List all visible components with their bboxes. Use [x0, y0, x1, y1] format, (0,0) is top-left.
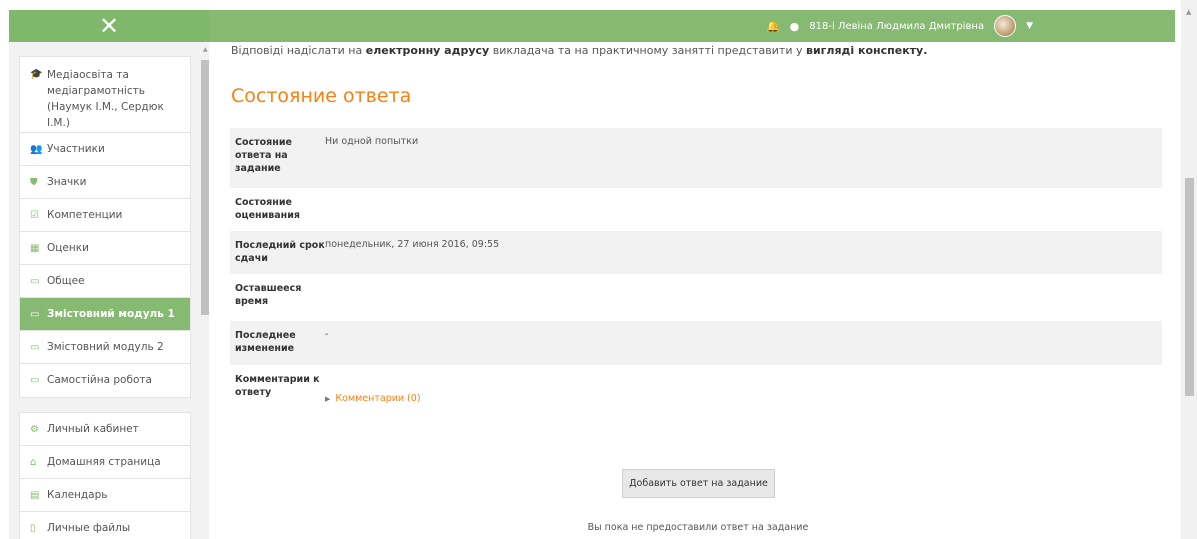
sidebar-item-label: Оценки	[47, 242, 89, 254]
sidebar-item-label: Самостійна робота	[47, 374, 152, 386]
shield-icon: ⛊	[30, 177, 38, 188]
scroll-up-arrow-icon[interactable]: ▲	[203, 46, 208, 53]
row-value: -	[325, 329, 329, 340]
folder-icon: ▭	[30, 342, 40, 353]
sidebar-item-competencies[interactable]: ☑ Компетенции	[20, 199, 190, 232]
site-nav-group: ⚙ Личный кабинет ⌂ Домашняя страница ▤ К…	[19, 412, 191, 539]
users-icon: 👥	[30, 144, 43, 155]
row-value	[325, 274, 1162, 321]
close-icon: ✕	[98, 12, 120, 40]
avatar[interactable]	[994, 15, 1017, 37]
sidebar-item-badges[interactable]: ⛊ Значки	[20, 166, 190, 199]
sidebar-item-label: Общее	[47, 275, 85, 287]
sidebar-item-label: Змістовний модуль 1	[47, 308, 175, 320]
sidebar-item-label: Компетенции	[47, 209, 123, 221]
intro-text-mid: викладача та на практичному занятті пред…	[489, 44, 806, 57]
table-row: Состояние ответа на задание Ни одной поп…	[230, 128, 1162, 188]
intro-bold-2: вигляді конспекту.	[805, 44, 928, 57]
home-icon: ⌂	[30, 457, 37, 468]
sidebar-item-general[interactable]: ▭ Общее	[20, 265, 190, 298]
sidebar-item-module-2[interactable]: ▭ Змістовний модуль 2	[20, 331, 190, 364]
sidebar-item-label: Календарь	[47, 489, 108, 501]
folder-icon: ▭	[30, 375, 40, 386]
caret-down-icon[interactable]: ▼	[1026, 21, 1033, 31]
sidebar-item-dashboard[interactable]: ⚙ Личный кабинет	[20, 413, 190, 446]
sidebar-scroll-thumb[interactable]	[201, 60, 209, 315]
sidebar-item-self-study[interactable]: ▭ Самостійна робота	[20, 364, 190, 397]
sidebar-item-home[interactable]: ⌂ Домашняя страница	[20, 446, 190, 479]
comments-link[interactable]: ▶ Комментарии (0)	[325, 365, 1162, 411]
submission-note: Вы пока не предоставили ответ на задание	[587, 522, 809, 533]
scroll-up-arrow-icon[interactable]: ▲	[1186, 8, 1191, 16]
row-label: Комментарии к ответу	[235, 374, 320, 398]
main-content: Відповіді надіслати на електронну адрусу…	[217, 42, 1179, 539]
table-row: Последний срок сдачи понедельник, 27 июн…	[230, 231, 1162, 274]
expand-triangle-icon[interactable]: ▶	[325, 395, 330, 403]
row-label: Оставшееся время	[235, 283, 302, 307]
bell-icon[interactable]: 🔔	[766, 20, 780, 33]
sidebar-item-course[interactable]: 🎓 Медіаосвіта та медіаграмотність (Науму…	[20, 57, 190, 133]
table-row: Оставшееся время	[230, 274, 1162, 321]
comments-label[interactable]: Комментарии (0)	[335, 393, 420, 404]
sidebar-item-label: Участники	[47, 143, 105, 155]
left-sidebar: ▲ 🎓 Медіаосвіта та медіаграмотність (Нау…	[9, 42, 209, 539]
sidebar-item-label: Личный кабинет	[47, 423, 139, 435]
row-label: Состояние оценивания	[235, 197, 300, 221]
window-scroll-thumb[interactable]	[1185, 178, 1194, 396]
table-row: Состояние оценивания	[230, 188, 1162, 231]
user-name[interactable]: 818-i Левіна Людмила Дмитрівна	[809, 21, 984, 32]
row-label: Последний срок сдачи	[235, 240, 325, 264]
sidebar-item-label: Змістовний модуль 2	[47, 341, 164, 353]
dashboard-icon: ⚙	[30, 424, 39, 435]
assignment-intro: Відповіді надіслати на електронну адрусу…	[231, 44, 927, 57]
section-title: Состояние ответа	[231, 85, 412, 107]
sidebar-item-calendar[interactable]: ▤ Календарь	[20, 479, 190, 512]
row-value	[325, 188, 1162, 231]
course-nav-group: 🎓 Медіаосвіта та медіаграмотність (Науму…	[19, 56, 191, 398]
close-drawer-button[interactable]: ✕	[9, 10, 209, 42]
folder-icon: ▭	[30, 276, 40, 287]
table-row: Последнее изменение -	[230, 321, 1162, 365]
checkbox-icon: ☑	[30, 210, 39, 221]
intro-text: Відповіді надіслати на	[231, 44, 366, 57]
table-row: Комментарии к ответу ▶ Комментарии (0)	[230, 365, 1162, 411]
sidebar-item-label: Личные файлы	[47, 522, 131, 534]
table-icon: ▦	[30, 243, 40, 254]
sidebar-item-module-1[interactable]: ▭ Змістовний модуль 1	[20, 298, 190, 331]
sidebar-item-label: Медіаосвіта та медіаграмотність (Наумук …	[47, 69, 164, 129]
folder-icon: ▭	[30, 309, 40, 320]
row-label: Последнее изменение	[235, 330, 296, 354]
graduation-cap-icon: 🎓	[30, 69, 43, 80]
row-value: Ни одной попытки	[325, 136, 419, 147]
sidebar-item-grades[interactable]: ▦ Оценки	[20, 232, 190, 265]
chat-icon[interactable]: ●	[790, 20, 800, 33]
row-label: Состояние ответа на задание	[235, 137, 292, 174]
sidebar-item-label: Значки	[47, 176, 87, 188]
submission-status-table: Состояние ответа на задание Ни одной поп…	[230, 128, 1162, 411]
add-submission-button[interactable]: Добавить ответ на задание	[622, 469, 775, 498]
user-menu-area: 🔔 ● 818-i Левіна Людмила Дмитрівна ▼	[766, 10, 1033, 42]
intro-bold-1: електронну адрусу	[365, 44, 490, 57]
row-value: понедельник, 27 июня 2016, 09:55	[325, 239, 500, 250]
file-icon: ▯	[30, 523, 36, 534]
calendar-icon: ▤	[30, 490, 40, 501]
sidebar-item-files[interactable]: ▯ Личные файлы	[20, 512, 190, 539]
sidebar-item-label: Домашняя страница	[47, 456, 161, 468]
sidebar-item-participants[interactable]: 👥 Участники	[20, 133, 190, 166]
top-navbar: ✕ 🔔 ● 818-i Левіна Людмила Дмитрівна ▼	[9, 10, 1175, 42]
